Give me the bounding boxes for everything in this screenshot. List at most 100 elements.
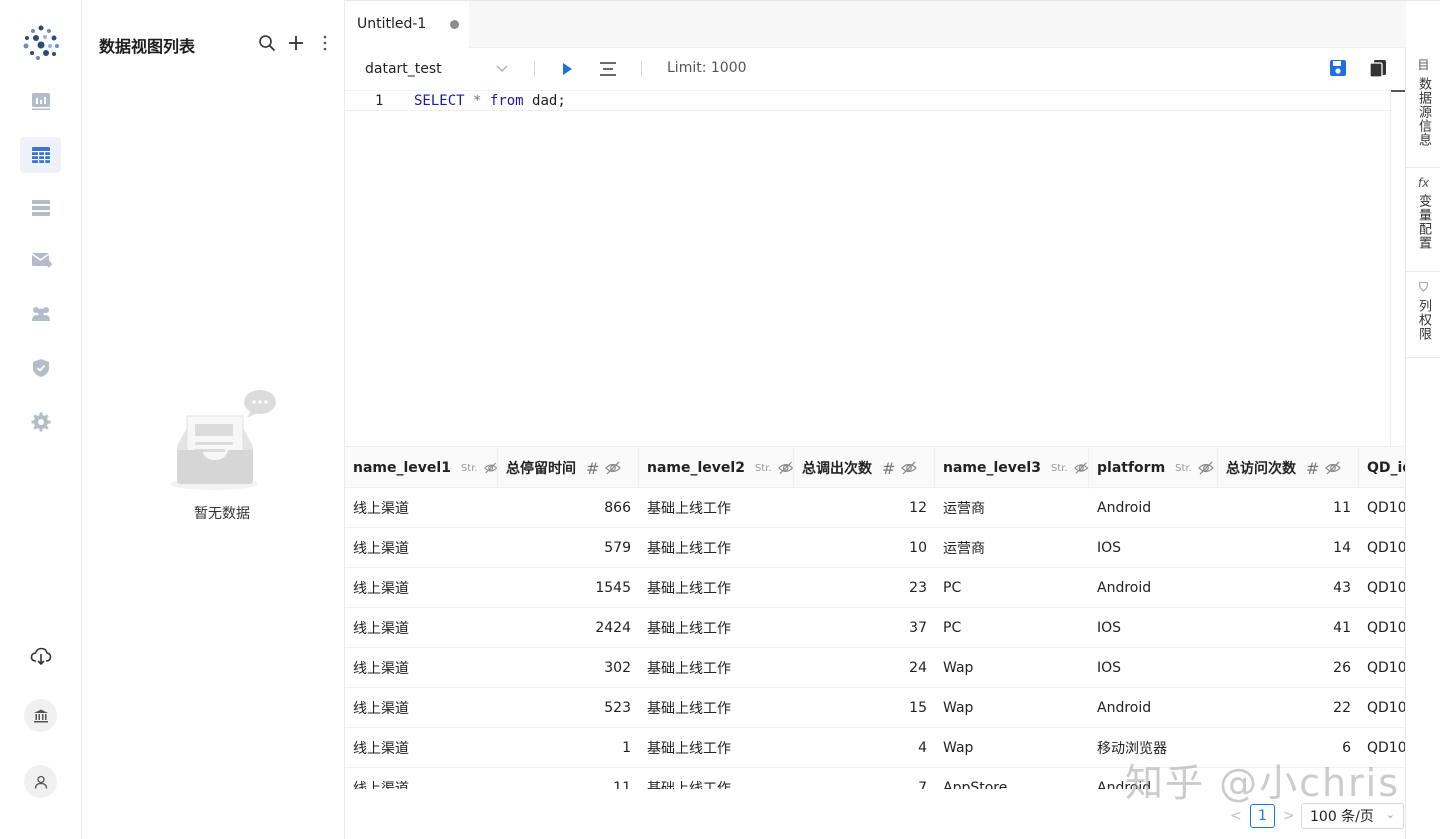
nav-views[interactable] (20, 137, 61, 173)
column-type[interactable]: # (586, 459, 599, 478)
table-cell: QD10 (1367, 620, 1406, 636)
chevron-down-icon (496, 65, 508, 72)
eye-off-icon[interactable] (1325, 460, 1342, 476)
sql-editor[interactable]: 1 SELECT * from dad; (345, 90, 1406, 446)
column-type[interactable]: Str. (461, 463, 478, 474)
table-row[interactable]: 线上渠道 579 基础上线工作 10 运营商 IOS 14 QD10 (345, 528, 1406, 568)
table-cell: 11 (1333, 500, 1351, 516)
unsaved-dot-icon[interactable] (450, 20, 459, 29)
eye-off-icon[interactable] (1073, 460, 1088, 476)
column-type[interactable]: Str. (1175, 463, 1192, 474)
table-row[interactable]: 线上渠道 1545 基础上线工作 23 PC Android 43 QD10 (345, 568, 1406, 608)
more-button[interactable] (315, 32, 334, 54)
panel-actions (257, 32, 334, 54)
table-cell: 41 (1333, 620, 1351, 636)
table-cell: QD10 (1367, 540, 1406, 556)
editor-scrollbar[interactable] (1390, 90, 1406, 446)
eye-off-icon[interactable] (605, 460, 622, 476)
table-row[interactable]: 线上渠道 866 基础上线工作 12 运营商 Android 11 QD10 (345, 488, 1406, 528)
column-header[interactable]: 总停留时间 # (498, 447, 639, 489)
code-line: 1 SELECT * from dad; (345, 90, 1390, 111)
search-button[interactable] (257, 32, 276, 54)
format-icon[interactable] (598, 59, 618, 79)
table-cell: 线上渠道 (353, 581, 409, 597)
table-cell: IOS (1097, 660, 1122, 676)
column-type[interactable]: Str. (1051, 463, 1068, 474)
nav-permissions[interactable] (20, 350, 61, 386)
limit-setting[interactable]: Limit: 1000 (667, 60, 747, 76)
chevron-down-icon: ⌄ (1385, 808, 1395, 821)
eye-off-icon[interactable] (901, 460, 918, 476)
members-icon (31, 307, 50, 321)
eye-off-icon[interactable] (777, 460, 793, 476)
table-cell: Android (1097, 580, 1152, 596)
table-cell: Android (1097, 500, 1152, 516)
table-cell: 10 (909, 540, 927, 556)
column-name: QD_id (1367, 460, 1406, 476)
logo-icon[interactable] (22, 24, 60, 62)
column-type[interactable]: # (1306, 459, 1319, 478)
empty-inbox-icon (170, 390, 276, 490)
sql-code[interactable]: SELECT * from dad; (414, 93, 566, 109)
column-type[interactable]: # (882, 459, 895, 478)
column-header[interactable]: 总调出次数 # (794, 447, 935, 489)
add-view-button[interactable] (286, 32, 305, 54)
nav-schedules[interactable] (20, 242, 61, 278)
source-select[interactable]: datart_test (365, 59, 508, 79)
user-avatar[interactable] (24, 765, 57, 798)
table-cell: PC (943, 580, 962, 596)
search-icon (258, 35, 275, 52)
table-cell: 线上渠道 (353, 661, 409, 677)
side-tab-label: 变量配置 (1416, 194, 1431, 250)
side-tab-source-info[interactable]: 目 数据源信息 (1406, 48, 1440, 168)
table-row[interactable]: 线上渠道 2424 基础上线工作 37 PC IOS 41 QD10 (345, 608, 1406, 648)
column-header[interactable]: 总访问次数 # (1218, 447, 1359, 489)
column-header[interactable]: name_level2 Str. (639, 447, 794, 489)
column-type[interactable]: Str. (755, 463, 772, 474)
page-1-button[interactable]: 1 (1250, 804, 1275, 828)
table-cell: 866 (604, 500, 631, 516)
column-header[interactable]: QD_id (1359, 447, 1406, 489)
run-icon[interactable] (559, 59, 575, 79)
side-tab-variables[interactable]: fx 变量配置 (1406, 168, 1440, 272)
schedule-icon (31, 253, 52, 268)
line-number: 1 (375, 93, 384, 109)
column-header[interactable]: platform Str. (1089, 447, 1218, 489)
prev-page-button[interactable]: < (1230, 808, 1242, 824)
column-header[interactable]: name_level1 Str. (345, 447, 498, 489)
table-cell: 基础上线工作 (647, 621, 731, 637)
table-cell: QD10 (1367, 500, 1406, 516)
table-cell: 1545 (595, 580, 631, 596)
table-row[interactable]: 线上渠道 302 基础上线工作 24 Wap IOS 26 QD10 (345, 648, 1406, 688)
table-cell: 579 (604, 540, 631, 556)
tab-untitled-1[interactable]: Untitled-1 (345, 0, 469, 48)
permission-icon (32, 359, 49, 377)
toolbar-divider (534, 61, 535, 77)
save-icon[interactable] (1328, 58, 1348, 78)
eye-off-icon[interactable] (483, 460, 497, 476)
table-cell: Wap (943, 700, 974, 716)
nav-settings[interactable] (20, 404, 61, 440)
copy-icon[interactable] (1368, 58, 1388, 78)
tab-bar: Untitled-1 (345, 0, 1406, 48)
nav-sources[interactable] (20, 190, 61, 226)
nav-dashboard[interactable] (20, 83, 61, 119)
tab-label: Untitled-1 (357, 16, 427, 32)
editor-area: Untitled-1 datart_test Limit: 1000 1 SEL… (345, 0, 1406, 839)
table-cell: 线上渠道 (353, 741, 409, 757)
shield-icon: ⛉ (1418, 280, 1428, 294)
side-tab-column-permission[interactable]: ⛉ 列权限 (1406, 272, 1440, 358)
table-row[interactable]: 线上渠道 523 基础上线工作 15 Wap Android 22 QD10 (345, 688, 1406, 728)
download-button[interactable] (24, 639, 57, 672)
table-cell: 14 (1333, 540, 1351, 556)
column-name: platform (1097, 460, 1166, 476)
eye-off-icon[interactable] (1197, 460, 1214, 476)
toolbar-divider (641, 61, 642, 77)
column-header[interactable]: name_level3 Str. (935, 447, 1089, 489)
nav-members[interactable] (20, 296, 61, 332)
next-page-button[interactable]: > (1283, 808, 1295, 824)
table-cell: 7 (918, 780, 927, 789)
table-cell: Wap (943, 660, 974, 676)
table-cell: 基础上线工作 (647, 741, 731, 757)
organization-button[interactable] (24, 699, 57, 732)
